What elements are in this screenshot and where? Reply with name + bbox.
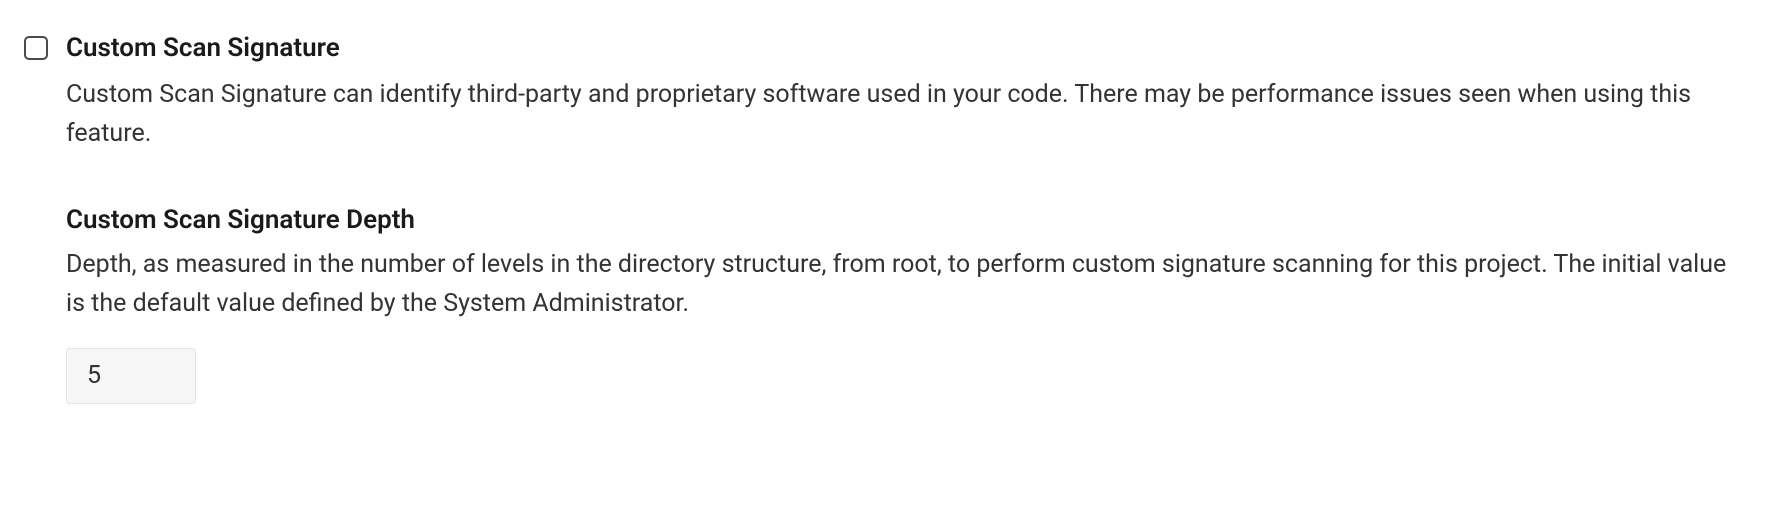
custom-scan-depth-description: Depth, as measured in the number of leve…	[66, 246, 1751, 324]
custom-scan-signature-description: Custom Scan Signature can identify third…	[66, 76, 1751, 154]
custom-scan-signature-row: Custom Scan Signature	[24, 30, 1751, 66]
custom-scan-depth-input-wrapper	[66, 348, 1751, 404]
custom-scan-depth-setting: Custom Scan Signature Depth Depth, as me…	[24, 202, 1751, 404]
custom-scan-depth-input[interactable]	[66, 348, 196, 404]
custom-scan-signature-label[interactable]: Custom Scan Signature	[66, 30, 340, 66]
custom-scan-signature-setting: Custom Scan Signature Custom Scan Signat…	[24, 30, 1751, 154]
custom-scan-signature-checkbox[interactable]	[24, 36, 48, 60]
custom-scan-depth-heading: Custom Scan Signature Depth	[66, 202, 1751, 238]
